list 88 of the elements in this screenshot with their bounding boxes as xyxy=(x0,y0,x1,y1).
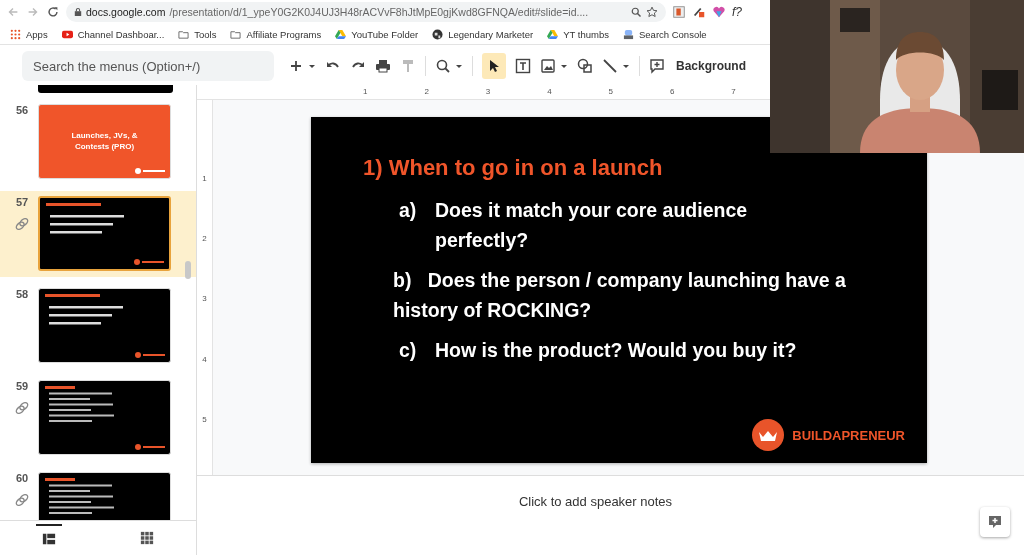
ruler-number: 2 xyxy=(202,234,207,246)
url-host: docs.google.com xyxy=(86,6,166,18)
address-bar[interactable]: docs.google.com /presentation/d/1_ypeY0G2K0J4UJ3H48rACVvF8hJtMpE0gjKwd8GFNQA/edit#slide=id.... xyxy=(66,2,666,22)
reload-icon[interactable] xyxy=(46,5,60,19)
caret-icon[interactable] xyxy=(455,62,463,70)
ruler-number: 1 xyxy=(202,174,207,185)
plus-icon[interactable] xyxy=(288,58,304,74)
ruler-number: 5 xyxy=(202,414,207,426)
slide-number: 58 xyxy=(15,288,29,300)
logo-icon xyxy=(135,352,165,358)
folder-icon xyxy=(178,28,190,40)
extension-icon[interactable] xyxy=(672,5,686,19)
slide-number: 57 xyxy=(15,196,29,208)
console-icon xyxy=(623,28,634,40)
ruler-number: 3 xyxy=(202,294,207,306)
add-comment-icon xyxy=(987,514,1003,530)
slide-thumbnail[interactable] xyxy=(38,196,171,271)
triangle-icon xyxy=(335,28,347,40)
filmstrip-icon xyxy=(42,532,56,546)
logo-icon xyxy=(134,259,164,265)
slide-canvas[interactable]: 1) When to go in on a launch a) Does it match your core audience perfectly? b) Does the person / company launching have a history of ROCKING? c) How is the product? Would you buy it? BUILDAPRENEUR xyxy=(311,117,927,463)
speaker-notes-field[interactable]: Click to add speaker notes xyxy=(518,494,673,509)
triangle-icon xyxy=(547,28,559,40)
slide-row[interactable]: 60 xyxy=(0,467,196,520)
line-icon[interactable] xyxy=(602,58,618,74)
caret-icon[interactable] xyxy=(622,62,630,70)
logo-icon xyxy=(135,168,165,174)
ruler-number: 5 xyxy=(608,86,614,98)
folder-icon xyxy=(230,28,242,40)
bookmark[interactable]: Affiliate Programs xyxy=(230,28,322,40)
ruler-number: 4 xyxy=(202,354,207,366)
background-button[interactable]: Background xyxy=(674,55,748,77)
ruler-number: 4 xyxy=(547,86,553,98)
slide-title: 1) When to go in on a launch xyxy=(363,155,664,181)
logo-text: BUILDAPRENEUR xyxy=(792,427,905,443)
scrollbar-thumb[interactable] xyxy=(185,261,191,279)
slide-row[interactable]: 58 xyxy=(0,283,196,369)
bullet-text: b) Does the person / company launching have a history of ROCKING? xyxy=(392,268,847,323)
slide-thumbnail[interactable] xyxy=(38,288,171,363)
ruler-number: 3 xyxy=(485,86,492,98)
explore-button[interactable] xyxy=(980,507,1010,537)
image-icon[interactable] xyxy=(540,58,556,74)
logo-icon xyxy=(752,419,785,451)
bullet-text: Does it match your core audience perfectly? xyxy=(435,198,749,253)
bookmark[interactable]: Channel Dashboar... xyxy=(61,28,165,40)
ruler-number: 1 xyxy=(363,86,369,98)
star-icon[interactable] xyxy=(646,6,658,18)
thumbnail-title: Launches, JVs, & Contests (PRO) xyxy=(70,131,139,152)
lock-icon xyxy=(74,7,82,17)
zoom-icon[interactable] xyxy=(435,58,451,74)
zoom-icon[interactable] xyxy=(630,6,642,18)
globe-icon xyxy=(432,28,444,40)
slide-number: 56 xyxy=(15,104,29,116)
slide-row[interactable]: 57 xyxy=(0,191,196,277)
ruler-number: 2 xyxy=(424,86,430,98)
bookmark[interactable]: YT thumbs xyxy=(547,28,609,40)
bookmark[interactable]: Apps xyxy=(10,28,48,40)
menu-search-field[interactable]: Search the menus (Option+/) xyxy=(22,51,274,81)
slide-row[interactable]: 56 Launches, JVs, & Contests (PRO) xyxy=(0,99,196,185)
ruler-number: 7 xyxy=(731,86,737,98)
grid-icon xyxy=(140,531,154,545)
caret-icon[interactable] xyxy=(560,62,568,70)
bullet-label: a) xyxy=(399,198,418,223)
text-box-icon[interactable] xyxy=(515,58,531,74)
bookmark[interactable]: Legendary Marketer xyxy=(432,28,534,40)
url-path: /presentation/d/1_ypeY0G2K0J4UJ3H48rACVvF8hJtMpE0gjKwd8GFNQA/edit#slide=id.... xyxy=(169,6,590,18)
comment-icon[interactable] xyxy=(649,58,665,74)
apps-grid-icon xyxy=(10,28,21,40)
bullet-label: c) xyxy=(399,338,418,363)
bookmark[interactable]: Search Console xyxy=(623,28,707,40)
bookmark[interactable]: Tools xyxy=(178,28,217,40)
slide-number: 60 xyxy=(15,472,29,484)
shape-icon[interactable] xyxy=(577,58,593,74)
print-icon[interactable] xyxy=(375,58,391,74)
select-tool[interactable] xyxy=(482,53,506,79)
slide-thumbnail[interactable] xyxy=(38,380,171,455)
bookmark[interactable]: YouTube Folder xyxy=(335,28,419,40)
caret-icon[interactable] xyxy=(308,62,316,70)
extension-icon[interactable] xyxy=(692,5,706,19)
logo-icon xyxy=(135,444,165,450)
slide-number: 59 xyxy=(15,380,29,392)
play-icon xyxy=(61,28,73,40)
extension-button[interactable]: f? xyxy=(732,5,742,19)
slide-row[interactable]: 59 xyxy=(0,375,196,461)
bullet-text: How is the product? Would you buy it? xyxy=(435,338,798,363)
heart-icon[interactable] xyxy=(712,5,726,19)
slide-thumbnail[interactable] xyxy=(38,85,173,93)
ruler-number: 6 xyxy=(669,86,676,98)
